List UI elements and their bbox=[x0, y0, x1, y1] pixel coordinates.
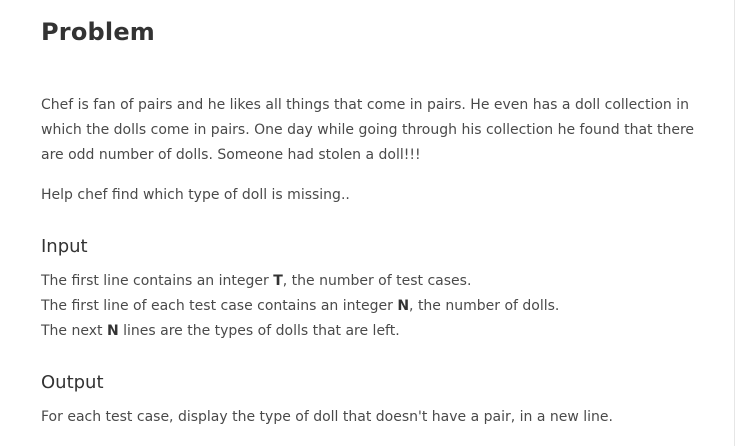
input-line-1-post: , the number of test cases. bbox=[282, 273, 472, 289]
output-heading: Output bbox=[41, 372, 104, 393]
problem-question: Help chef find which type of doll is mis… bbox=[41, 187, 350, 203]
input-line-2: The first line of each test case contain… bbox=[41, 294, 559, 319]
input-line-2-var: N bbox=[397, 298, 410, 314]
input-line-1-var: T bbox=[273, 273, 283, 289]
input-line-2-post: , the number of dolls. bbox=[409, 298, 560, 314]
input-description: The first line contains an integer T, th… bbox=[41, 269, 559, 344]
input-line-3-post: lines are the types of dolls that are le… bbox=[118, 323, 400, 339]
input-line-3-pre: The next bbox=[41, 323, 107, 339]
input-line-1: The first line contains an integer T, th… bbox=[41, 269, 559, 294]
problem-statement: Chef is fan of pairs and he likes all th… bbox=[41, 97, 695, 163]
input-heading: Input bbox=[41, 236, 88, 257]
input-line-3: The next N lines are the types of dolls … bbox=[41, 319, 559, 344]
input-line-1-pre: The first line contains an integer bbox=[41, 273, 274, 289]
problem-panel: Problem Chef is fan of pairs and he like… bbox=[0, 0, 735, 446]
output-description: For each test case, display the type of … bbox=[41, 409, 613, 425]
input-line-2-pre: The first line of each test case contain… bbox=[41, 298, 398, 314]
page-title: Problem bbox=[41, 18, 156, 46]
input-line-3-var: N bbox=[106, 323, 119, 339]
